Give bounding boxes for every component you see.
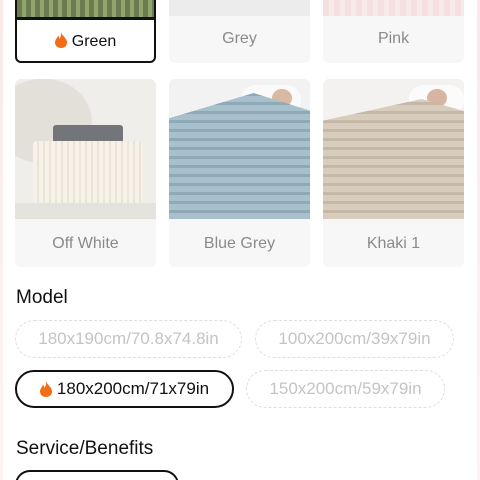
model-option-180x190[interactable]: 180x190cm/70.8x74.8in [15, 320, 242, 358]
product-image-grey [169, 0, 310, 16]
model-option-label: 180x190cm/70.8x74.8in [38, 329, 219, 348]
flame-icon [39, 381, 52, 397]
model-option-label: 100x200cm/39x79in [278, 329, 431, 348]
product-image-off-white [15, 79, 156, 219]
color-option-label: Grey [222, 30, 257, 47]
color-option-label: Off White [52, 235, 119, 252]
page-edge-left [0, 0, 3, 480]
product-image-blue-grey [169, 79, 310, 219]
product-image-pink [323, 0, 464, 16]
color-option-off-white[interactable]: Off White [15, 79, 156, 267]
color-option-label: Blue Grey [203, 235, 276, 252]
model-option-label: 180x200cm/71x79in [56, 379, 210, 398]
product-image-green [17, 0, 154, 20]
service-option-chip[interactable] [15, 470, 179, 480]
color-option-label: Khaki 1 [366, 235, 421, 252]
model-option-180x200[interactable]: 180x200cm/71x79in [15, 370, 234, 408]
product-image-khaki-1 [323, 79, 464, 219]
service-section-title: Service/Benefits [16, 438, 154, 459]
color-option-label: Green [71, 33, 117, 50]
model-option-100x200[interactable]: 100x200cm/39x79in [255, 320, 454, 358]
model-option-150x200[interactable]: 150x200cm/59x79in [246, 370, 445, 408]
color-option-khaki-1[interactable]: Khaki 1 [323, 79, 464, 267]
model-section-title: Model [16, 287, 68, 308]
color-option-pink[interactable]: Pink [323, 0, 464, 63]
color-option-label: Pink [377, 30, 410, 47]
model-option-label: 150x200cm/59x79in [269, 379, 422, 398]
color-option-green[interactable]: Green [15, 0, 156, 63]
color-option-grey[interactable]: Grey [169, 0, 310, 63]
flame-icon [54, 32, 67, 48]
color-option-blue-grey[interactable]: Blue Grey [169, 79, 310, 267]
